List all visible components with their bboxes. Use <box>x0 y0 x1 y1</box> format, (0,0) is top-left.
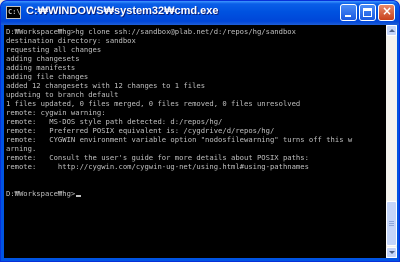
prompt-text: D:₩Workspace₩hg> <box>6 189 76 198</box>
console-line: remote: Consult the user's guide for mor… <box>6 153 309 162</box>
arrow-down-icon <box>389 251 395 254</box>
console-line: 1 files updated, 0 files merged, 0 files… <box>6 99 301 108</box>
scroll-down-button[interactable] <box>386 247 397 258</box>
title-bar[interactable]: C:\ C:₩WINDOWS₩system32₩cmd.exe × <box>1 1 399 25</box>
console-line: remote: cygwin warning: <box>6 108 106 117</box>
cmd-window: C:\ C:₩WINDOWS₩system32₩cmd.exe × D:₩Wor… <box>0 0 400 262</box>
maximize-icon <box>363 8 372 17</box>
vertical-scrollbar[interactable] <box>386 25 397 258</box>
close-icon: × <box>381 4 393 18</box>
console-line: adding manifests <box>6 63 76 72</box>
minimize-button[interactable] <box>340 4 357 21</box>
arrow-up-icon <box>389 29 395 32</box>
console-line: remote: Preferred POSIX equivalent is: /… <box>6 126 275 135</box>
console-line: remote: http://cygwin.com/cygwin-ug-net/… <box>6 162 309 171</box>
cmd-icon[interactable]: C:\ <box>6 6 21 19</box>
scroll-thumb[interactable] <box>386 201 397 246</box>
maximize-button[interactable] <box>359 4 376 21</box>
close-button[interactable]: × <box>378 4 395 21</box>
scroll-up-button[interactable] <box>386 25 397 36</box>
console-line: requesting all changes <box>6 45 102 54</box>
console-line: adding changesets <box>6 54 80 63</box>
window-title: C:₩WINDOWS₩system32₩cmd.exe <box>26 5 219 17</box>
grip-line <box>389 225 394 226</box>
console-prompt[interactable]: D:₩Workspace₩hg> <box>6 189 82 198</box>
console-line: remote: MS-DOS style path detected: d:/r… <box>6 117 223 126</box>
console-line: arning. <box>6 144 37 153</box>
grip-line <box>389 221 394 222</box>
console-line: D:₩Workspace₩hg>hg clone ssh://sandbox@p… <box>6 27 296 36</box>
console-line: destination directory: sandbox <box>6 36 136 45</box>
console-line: updating to branch default <box>6 90 119 99</box>
console-line: remote: CYGWIN environment variable opti… <box>6 135 353 144</box>
text-cursor <box>76 195 82 197</box>
grip-line <box>389 223 394 224</box>
console-line: added 12 changesets with 12 changes to 1… <box>6 81 206 90</box>
minimize-icon <box>345 15 351 17</box>
console-line: adding file changes <box>6 72 89 81</box>
console-output[interactable]: D:₩Workspace₩hg>hg clone ssh://sandbox@p… <box>4 25 386 258</box>
